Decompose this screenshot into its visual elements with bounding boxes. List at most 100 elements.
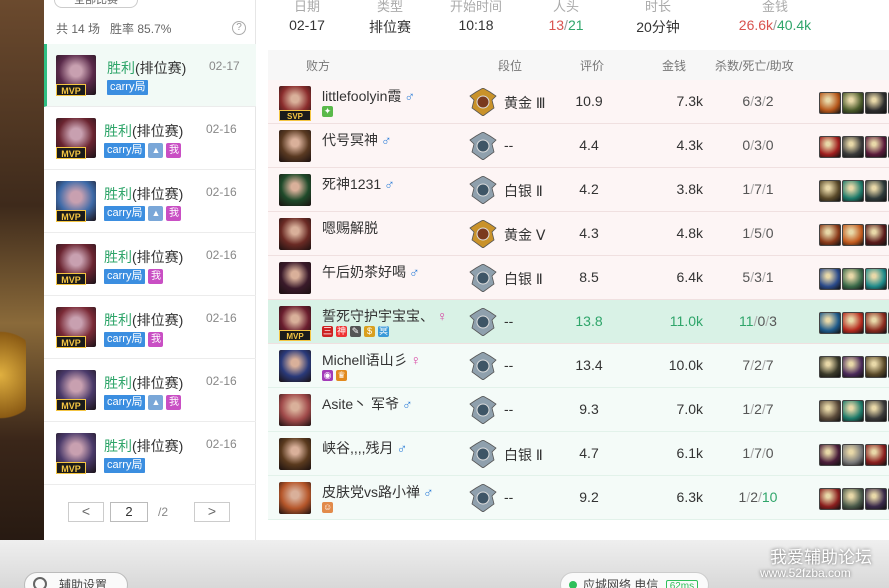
page-number-input[interactable]: 2 [110, 502, 148, 522]
player-row[interactable]: Michell语山彡 ♀ ◉ ♛ -- 13.4 10.0k 7/2/7 [268, 344, 889, 388]
header-rank: 段位 [498, 59, 523, 73]
header-kda: 杀数/死亡/助攻 [715, 59, 794, 73]
player-name[interactable]: Asite丶 军爷 ♂ [322, 394, 413, 414]
assists: 0 [765, 137, 774, 153]
player-name[interactable]: 嗯赐解脱 [322, 218, 378, 238]
next-page-button[interactable]: > [194, 502, 230, 522]
silver-rank-icon [468, 483, 498, 513]
result-label: 胜利 [104, 186, 132, 202]
item-icon [819, 224, 841, 246]
item-icon [865, 224, 887, 246]
score-value: 9.3 [579, 401, 599, 417]
player-name-text: littlefoolyin霞 [322, 88, 402, 104]
carry-tag: carry局 [104, 395, 146, 410]
player-name[interactable]: 午后奶茶好喝 ♂ [322, 262, 420, 282]
match-list-item[interactable]: MVP 胜利(排位赛) 02-16 carry局 ▲ 我 [44, 107, 256, 170]
player-name[interactable]: 誓死守护宇宝宝、 ♀ [322, 306, 448, 326]
player-row[interactable]: 死神1231 ♂ 白银 Ⅱ 4.2 3.8k 1/7/1 [268, 168, 889, 212]
gold-value: 4.8k [676, 225, 703, 241]
match-list-item[interactable]: MVP 胜利(排位赛) 02-16 carry局 ▲ 我 [44, 359, 256, 422]
kda-value: 1/7/1 [708, 181, 808, 197]
match-filter-dropdown[interactable]: 全部比赛 [54, 0, 138, 8]
player-row[interactable]: 峡谷,,,,残月 ♂ 白银 Ⅱ 4.7 6.1k 1/7/0 [268, 432, 889, 476]
player-avatar [279, 218, 311, 250]
item-icon [865, 444, 887, 466]
svp-badge: SVP [279, 110, 311, 121]
assists: 7 [765, 401, 774, 417]
player-row[interactable]: 皮肤党vs路小禅 ♂ ☺ -- 9.2 6.3k 1/2/10 [268, 476, 889, 520]
network-status[interactable]: 应城网络 电信 62ms [560, 572, 710, 588]
player-row[interactable]: 代号冥神 ♂ -- 4.4 4.3k 0/3/0 [268, 124, 889, 168]
item-icon [842, 400, 864, 422]
player-name-text: 嗯赐解脱 [322, 220, 378, 236]
item-icon [842, 356, 864, 378]
achievement-badge-icon: 冥 [378, 326, 390, 337]
item-icon [842, 312, 864, 334]
player-badges: ◉ ♛ [322, 370, 347, 381]
match-result: 胜利(排位赛) [104, 436, 183, 456]
match-list-item[interactable]: MVP 胜利(排位赛) 02-16 carry局我 [44, 233, 256, 296]
player-name-text: Michell语山彡 [322, 352, 408, 368]
info-date: 日期 02-17 [289, 0, 325, 33]
item-build [819, 92, 889, 114]
winrate: 胜率 85.7% [110, 22, 172, 36]
player-name-text: 誓死守护宇宝宝、 [322, 308, 434, 324]
match-list-item[interactable]: MVP 胜利(排位赛) 02-17 carry局 [44, 44, 256, 107]
result-label: 胜利 [104, 123, 132, 139]
player-row[interactable]: Asite丶 军爷 ♂ -- 9.3 7.0k 1/2/7 [268, 388, 889, 432]
carry-tag: carry局 [104, 458, 146, 473]
kda-value: 7/2/7 [708, 357, 808, 373]
player-avatar [279, 262, 311, 294]
player-name[interactable]: 峡谷,,,,残月 ♂ [322, 438, 407, 458]
mode-label: (排位赛) [132, 249, 184, 265]
item-icon [842, 224, 864, 246]
player-row[interactable]: 嗯赐解脱 黄金 Ⅴ 4.3 4.8k 1/5/0 [268, 212, 889, 256]
gold-value: 7.3k [676, 93, 703, 109]
player-name[interactable]: 代号冥神 ♂ [322, 130, 392, 150]
player-row[interactable]: SVP littlefoolyin霞 ♂ ✦ 黄金 Ⅲ 10.9 7.3k 6/3/2 [268, 80, 889, 124]
kda-value: 1/5/0 [708, 225, 808, 241]
rank-text: -- [504, 137, 514, 153]
male-icon: ♂ [404, 88, 415, 104]
carry-tag: carry局 [104, 269, 146, 284]
player-name[interactable]: 死神1231 ♂ [322, 174, 395, 194]
item-build [819, 356, 889, 378]
match-list-item[interactable]: MVP 胜利(排位赛) 02-16 carry局 ▲ 我 [44, 170, 256, 233]
match-list: MVP 胜利(排位赛) 02-17 carry局 MVP 胜利(排位赛) 02-16 carr… [44, 44, 256, 485]
male-icon: ♂ [381, 132, 392, 148]
player-row[interactable]: MVP 誓死守护宇宝宝、 ♀ 三神 ✎ $ 冥 -- 13.8 11.0k 11/0/3 [268, 300, 889, 344]
assists: 10 [761, 489, 778, 505]
item-icon [842, 136, 864, 158]
silver-rank-icon [468, 395, 498, 425]
mvp-badge: MVP [56, 147, 86, 159]
item-icon [865, 312, 887, 334]
player-name[interactable]: 皮肤党vs路小禅 ♂ [322, 482, 434, 502]
match-tags: carry局 [104, 458, 146, 473]
rank-text: 白银 Ⅱ [504, 183, 543, 199]
assist-settings-button[interactable]: 辅助设置 [24, 572, 128, 588]
item-icon [819, 356, 841, 378]
player-badges: ☺ [322, 502, 334, 513]
player-row[interactable]: 午后奶茶好喝 ♂ 白银 Ⅱ 8.5 6.4k 5/3/1 [268, 256, 889, 300]
player-name[interactable]: Michell语山彡 ♀ [322, 350, 421, 370]
rank-text: 黄金 Ⅴ [504, 227, 546, 243]
player-avatar [279, 130, 311, 162]
item-icon [865, 92, 887, 114]
match-tags: carry局 [107, 80, 149, 95]
item-icon [819, 488, 841, 510]
item-icon [819, 180, 841, 202]
pagination: < 2 /2 > [68, 502, 230, 522]
match-list-item[interactable]: MVP 胜利(排位赛) 02-16 carry局我 [44, 296, 256, 359]
match-result: 胜利(排位赛) [104, 184, 183, 204]
info-type: 类型 排位赛 [369, 0, 411, 35]
match-list-item[interactable]: MVP 胜利(排位赛) 02-16 carry局 [44, 422, 256, 485]
player-table: 败方 段位 评价 金钱 杀数/死亡/助攻 SVP littlefoolyin霞 ♂ ✦… [268, 50, 889, 520]
item-icon [819, 312, 841, 334]
gold-rank-icon [468, 219, 498, 249]
achievement-badge-icon: ♛ [336, 370, 347, 381]
mode-label: (排位赛) [135, 60, 187, 76]
rank-text: 黄金 Ⅲ [504, 95, 546, 111]
help-icon[interactable]: ? [232, 21, 246, 35]
player-name[interactable]: littlefoolyin霞 ♂ [322, 86, 415, 106]
prev-page-button[interactable]: < [68, 502, 104, 522]
